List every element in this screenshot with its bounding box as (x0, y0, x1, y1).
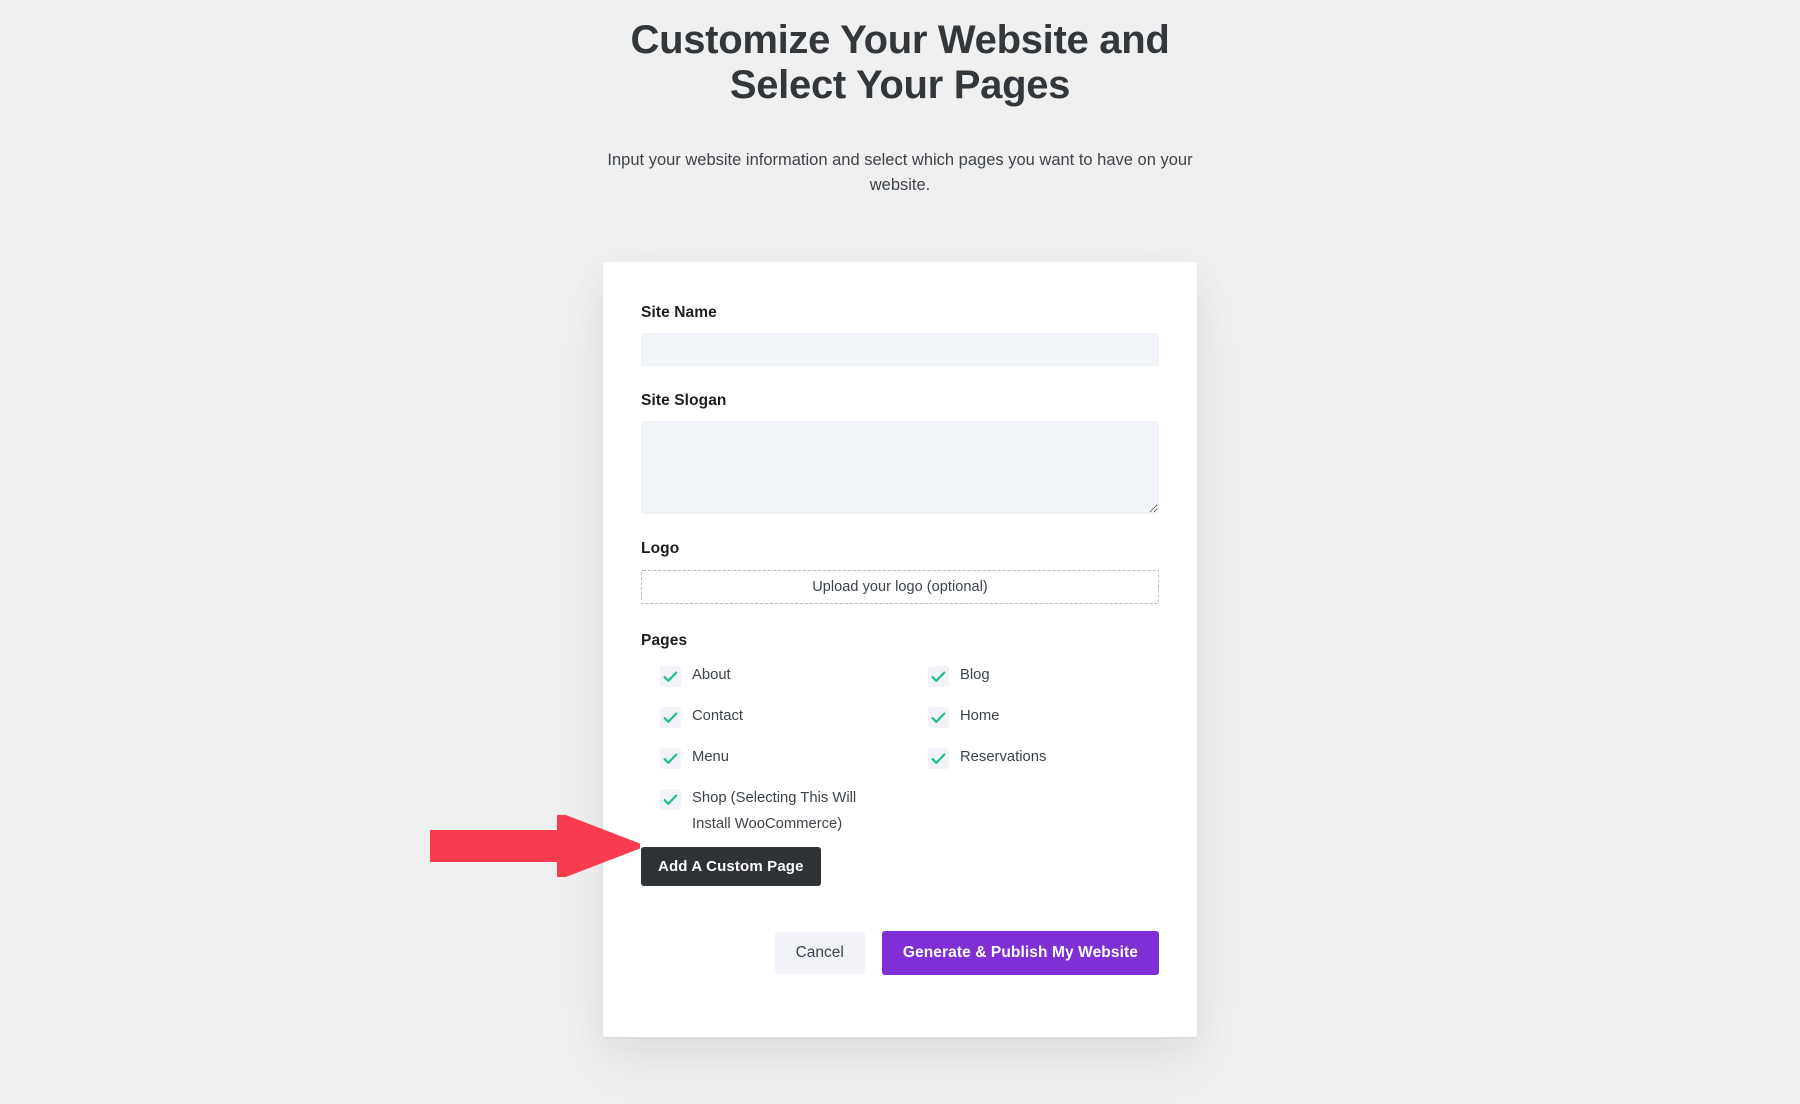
page-option-shop[interactable]: Shop (Selecting This Will Install WooCom… (660, 787, 928, 838)
check-icon[interactable] (928, 666, 949, 687)
page-option-label: Reservations (960, 749, 1047, 765)
logo-upload-dropzone[interactable]: Upload your logo (optional) (641, 570, 1159, 604)
pages-label: Pages (641, 632, 688, 649)
page-option-label: Home (960, 708, 1000, 724)
page-option-label: Contact (692, 708, 743, 724)
page-header: Customize Your Website and Select Your P… (0, 0, 1800, 199)
logo-field-group: Logo Upload your logo (optional) (641, 540, 1159, 604)
page-option-blog[interactable]: Blog (928, 664, 1159, 705)
add-custom-page-button[interactable]: Add A Custom Page (641, 846, 821, 886)
page-option-contact[interactable]: Contact (660, 705, 928, 746)
page-title: Customize Your Website and Select Your P… (630, 18, 1170, 107)
page-option-menu[interactable]: Menu (660, 746, 928, 787)
page-option-label: About (692, 667, 731, 683)
page-option-about[interactable]: About (660, 664, 928, 705)
site-slogan-label: Site Slogan (641, 392, 727, 409)
page-option-home[interactable]: Home (928, 705, 1159, 746)
page-option-label: Blog (960, 667, 990, 683)
check-icon[interactable] (928, 748, 949, 769)
pages-section: Pages About Blog Contact Home Menu Reser… (641, 632, 1159, 838)
check-icon[interactable] (928, 707, 949, 728)
site-name-label: Site Name (641, 304, 717, 321)
site-name-input[interactable] (641, 333, 1159, 366)
check-icon[interactable] (660, 789, 681, 810)
site-name-field-group: Site Name (641, 304, 1159, 366)
page-option-label: Shop (Selecting This Will Install WooCom… (692, 790, 857, 832)
page-option-reservations[interactable]: Reservations (928, 746, 1159, 787)
customize-form-card-wrapper: Site Name Site Slogan Logo Upload your l… (603, 262, 1197, 1037)
page-option-label: Menu (692, 749, 730, 765)
check-icon[interactable] (660, 748, 681, 769)
customize-form-card: Site Name Site Slogan Logo Upload your l… (603, 262, 1197, 1037)
check-icon[interactable] (660, 707, 681, 728)
page-root: Customize Your Website and Select Your P… (0, 0, 1800, 1104)
check-icon[interactable] (660, 666, 681, 687)
site-slogan-textarea[interactable] (641, 421, 1159, 514)
cancel-button[interactable]: Cancel (774, 931, 865, 974)
pages-checkbox-grid: About Blog Contact Home Menu Reservation… (641, 664, 1159, 838)
site-slogan-field-group: Site Slogan (641, 392, 1159, 514)
logo-upload-text: Upload your logo (optional) (812, 579, 988, 595)
page-subtitle: Input your website information and selec… (607, 150, 1193, 195)
add-custom-page-row: Add A Custom Page (641, 846, 1159, 886)
logo-label: Logo (641, 540, 680, 557)
generate-publish-button[interactable]: Generate & Publish My Website (881, 930, 1159, 975)
form-action-row: Cancel Generate & Publish My Website (641, 930, 1159, 975)
